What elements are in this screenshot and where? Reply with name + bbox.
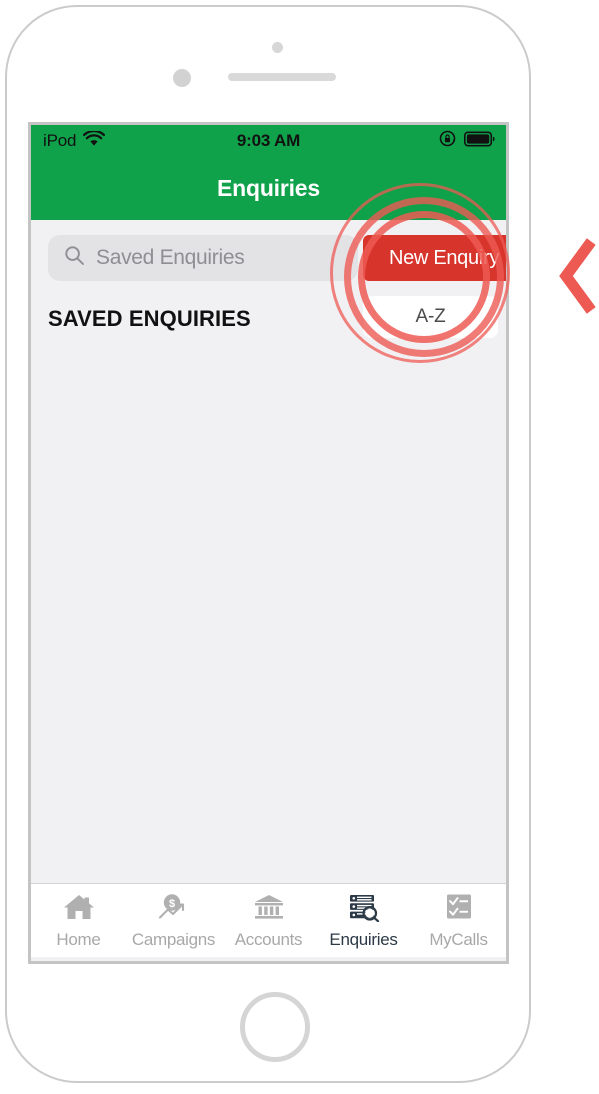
- tab-enquiries-label: Enquiries: [329, 929, 398, 949]
- navigation-bar: Enquiries: [31, 157, 506, 220]
- battery-icon: [464, 130, 496, 152]
- section-header-label: SAVED ENQUIRIES: [48, 306, 251, 331]
- tab-campaigns[interactable]: $ Campaigns: [126, 884, 221, 957]
- status-bar-right: [439, 125, 496, 157]
- svg-text:$: $: [168, 898, 174, 910]
- campaigns-dollar-chart-icon: $: [157, 892, 191, 927]
- front-camera-icon: [173, 69, 191, 87]
- search-input[interactable]: Saved Enquiries: [48, 235, 358, 281]
- chevron-left-icon: [558, 238, 596, 314]
- sort-order-label: A-Z: [415, 306, 446, 327]
- search-and-action-row: Saved Enquiries New Enquiry: [31, 235, 506, 283]
- search-placeholder: Saved Enquiries: [96, 246, 245, 269]
- tab-mycalls[interactable]: MyCalls: [411, 884, 506, 957]
- accounts-bank-icon: [252, 892, 286, 927]
- home-button[interactable]: [240, 992, 310, 1062]
- rotation-lock-icon: [439, 130, 456, 152]
- enquiries-list-search-icon: [347, 892, 381, 927]
- tab-home[interactable]: Home: [31, 884, 126, 957]
- tab-campaigns-label: Campaigns: [131, 929, 216, 949]
- search-icon: [64, 245, 85, 271]
- tab-mycalls-label: MyCalls: [429, 929, 488, 949]
- mycalls-checklist-icon: [442, 892, 476, 927]
- tab-accounts-label: Accounts: [234, 929, 303, 949]
- tab-accounts[interactable]: Accounts: [221, 884, 316, 957]
- content-area: Saved Enquiries New Enquiry SAVED ENQUIR…: [31, 220, 506, 957]
- proximity-sensor-icon: [272, 42, 283, 53]
- new-enquiry-button[interactable]: New Enquiry: [363, 235, 506, 281]
- page-title: Enquiries: [216, 175, 320, 201]
- saved-enquiries-section: SAVED ENQUIRIES A-Z: [31, 296, 506, 344]
- tab-home-label: Home: [56, 929, 101, 949]
- status-bar: iPod 9:03 AM: [31, 125, 506, 157]
- home-icon: [62, 892, 96, 927]
- tab-enquiries[interactable]: Enquiries: [316, 884, 411, 957]
- saved-enquiries-list: [31, 350, 506, 883]
- status-bar-time: 9:03 AM: [236, 131, 301, 150]
- phone-screen: iPod 9:03 AM Enquiries Saved Enquiries N…: [28, 122, 509, 964]
- tab-bar: Home $ Campaigns Accounts Enquiries MyCa…: [31, 883, 506, 957]
- sort-order-selector[interactable]: A-Z: [363, 296, 498, 338]
- earpiece-speaker-icon: [228, 73, 336, 81]
